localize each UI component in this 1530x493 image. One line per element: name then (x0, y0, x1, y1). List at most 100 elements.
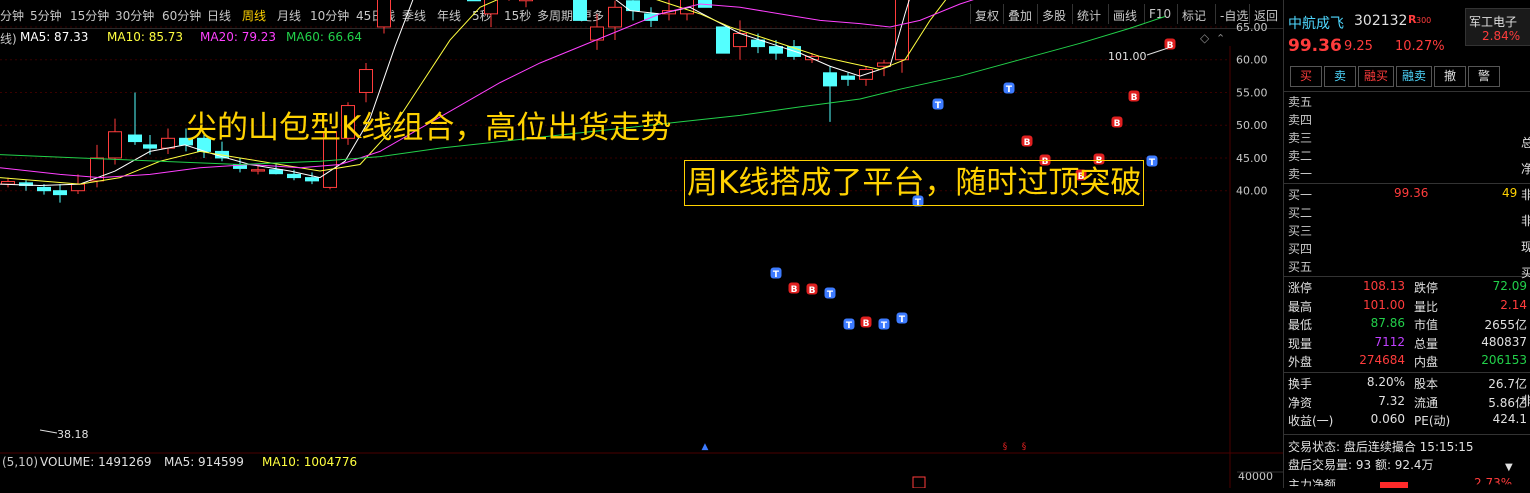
candle-body (71, 183, 85, 192)
min-price-label: 38.18 (57, 428, 89, 441)
sell-signal-marker[interactable]: T (824, 287, 836, 301)
marker-letter: B (1024, 138, 1031, 148)
stats-value-a: 274684 (1359, 353, 1405, 367)
stats2-value-a: 0.060 (1370, 412, 1405, 426)
sell-signal-marker[interactable]: T (1003, 82, 1015, 96)
buy-signal-marker[interactable]: B (1111, 116, 1123, 130)
buy-signal-marker[interactable]: B (860, 316, 872, 330)
stats2-label-a: 净资 (1288, 395, 1313, 410)
edge-label: 现 (1521, 240, 1530, 254)
sell-signal-marker[interactable]: T (770, 267, 782, 281)
buy-signal-marker[interactable]: B (788, 282, 800, 296)
scroll-down-icon[interactable]: ▼ (1505, 462, 1513, 473)
buy-signal-marker[interactable]: B (806, 283, 818, 297)
buy-signal-marker[interactable]: B (1128, 90, 1140, 104)
stats-value-b: 206153 (1481, 353, 1527, 367)
candle-body (53, 190, 67, 196)
ask5-label: 卖五 (1288, 95, 1313, 109)
stats2-value-b: 424.1 (1492, 412, 1527, 426)
price-change: 9.25 (1344, 39, 1373, 54)
stats2-value-a: 8.20% (1366, 375, 1405, 389)
alert-button[interactable]: 警 (1468, 66, 1500, 87)
last-price: 99.36 (1288, 36, 1342, 56)
diamond-icon[interactable]: ◇ (1200, 31, 1210, 45)
sell-signal-marker[interactable]: T (1146, 155, 1158, 169)
sell-signal-marker[interactable]: T (896, 312, 908, 326)
candle-body (823, 72, 837, 87)
stats-value-a: 108.13 (1363, 279, 1405, 293)
sell-button[interactable]: 卖 (1324, 66, 1356, 87)
stats-label-a: 最低 (1288, 318, 1313, 332)
stats2-label-b: 流通 (1414, 395, 1439, 410)
y-tick-label: 50.00 (1236, 119, 1268, 132)
edge-label: 非 (1521, 394, 1530, 408)
stats2-value-a: 7.32 (1378, 393, 1405, 408)
max-price-label: 101.00 (1108, 50, 1147, 63)
candle-body (467, 0, 481, 2)
candle-body (608, 6, 622, 28)
edge-label: 非 (1521, 188, 1530, 202)
annotation-peak: 尖的山包型K线组合，高位出货走势 (186, 110, 672, 146)
sell-signal-marker[interactable]: T (843, 318, 855, 332)
y-tick-label: 45.00 (1236, 152, 1268, 165)
margin-buy-button[interactable]: 融买 (1358, 66, 1394, 87)
ask3-label: 卖三 (1288, 131, 1313, 145)
buy-signal-marker[interactable]: B (1021, 135, 1033, 149)
marker-letter: B (1131, 93, 1138, 103)
candle-body (37, 186, 51, 192)
bid2-label: 买二 (1288, 206, 1313, 220)
marker-letter: T (773, 270, 780, 280)
sector-box[interactable]: 军工电子 2.84% (1465, 8, 1530, 46)
cancel-order-button[interactable]: 撤 (1434, 66, 1466, 87)
candle-body (161, 137, 175, 149)
marker-letter: B (791, 285, 798, 295)
candlestick-chart[interactable]: 100.095.0090.0085.0080.0075.0070.0065.00… (0, 0, 1283, 488)
stock-tag-num: 300 (1416, 16, 1432, 25)
stats-label-b: 总量 (1414, 336, 1439, 351)
marker-letter: T (881, 321, 888, 331)
y-tick-label: 60.00 (1236, 54, 1268, 67)
bid5-label: 买五 (1288, 260, 1313, 274)
stats-label-b: 量比 (1414, 299, 1439, 314)
candle-body (716, 26, 730, 54)
stock-code: 302132 (1354, 13, 1408, 29)
price-pct: 10.27% (1395, 39, 1445, 54)
max-price-pointer (1146, 47, 1169, 56)
sell-signal-marker[interactable]: T (932, 98, 944, 112)
stats2-label-a: 换手 (1288, 377, 1313, 391)
margin-sell-button[interactable]: 融卖 (1396, 66, 1432, 87)
stats2-value-b: 26.7亿 (1488, 377, 1527, 391)
buy-button[interactable]: 买 (1290, 66, 1322, 87)
stats-label-a: 涨停 (1288, 281, 1313, 295)
y-tick-label: 40.00 (1236, 185, 1268, 198)
candle-body (769, 46, 783, 54)
candle-body (377, 0, 391, 28)
sell-signal-marker[interactable]: T (878, 318, 890, 332)
candle-body (841, 75, 855, 80)
stats-label-b: 跌停 (1414, 281, 1439, 295)
volume-legend: (5,10) VOLUME: 1491269 MA5: 914599 MA10:… (0, 455, 1230, 471)
net-amount-bar (1380, 482, 1408, 488)
marker-letter: T (935, 101, 942, 111)
candle-body (251, 169, 265, 172)
stats-value-b: 2655亿 (1484, 318, 1527, 332)
marker-letter: B (1167, 41, 1174, 51)
volume-ma5: MA5: 914599 (164, 455, 244, 469)
stats-value-a: 87.86 (1370, 316, 1405, 330)
edge-label: 净 (1521, 162, 1530, 176)
ask1-label: 卖一 (1288, 167, 1313, 181)
stock-name: 中航成飞 (1288, 16, 1344, 32)
marker-letter: B (863, 319, 870, 329)
candle-body (519, 0, 533, 2)
edge-label: 总 (1521, 136, 1530, 150)
marker-letter: T (827, 290, 834, 300)
volume-value: VOLUME: 1491269 (40, 455, 152, 469)
candle-body (108, 131, 122, 159)
marker-letter: T (1006, 85, 1013, 95)
marker-letter: T (846, 321, 853, 331)
stats-value-b: 480837 (1481, 334, 1527, 349)
collapse-icon[interactable]: ⌃ (1216, 32, 1225, 45)
stats-label-b: 市值 (1414, 318, 1439, 332)
stats2-label-b: PE(动) (1414, 414, 1451, 428)
marker-letter: T (1149, 158, 1156, 168)
